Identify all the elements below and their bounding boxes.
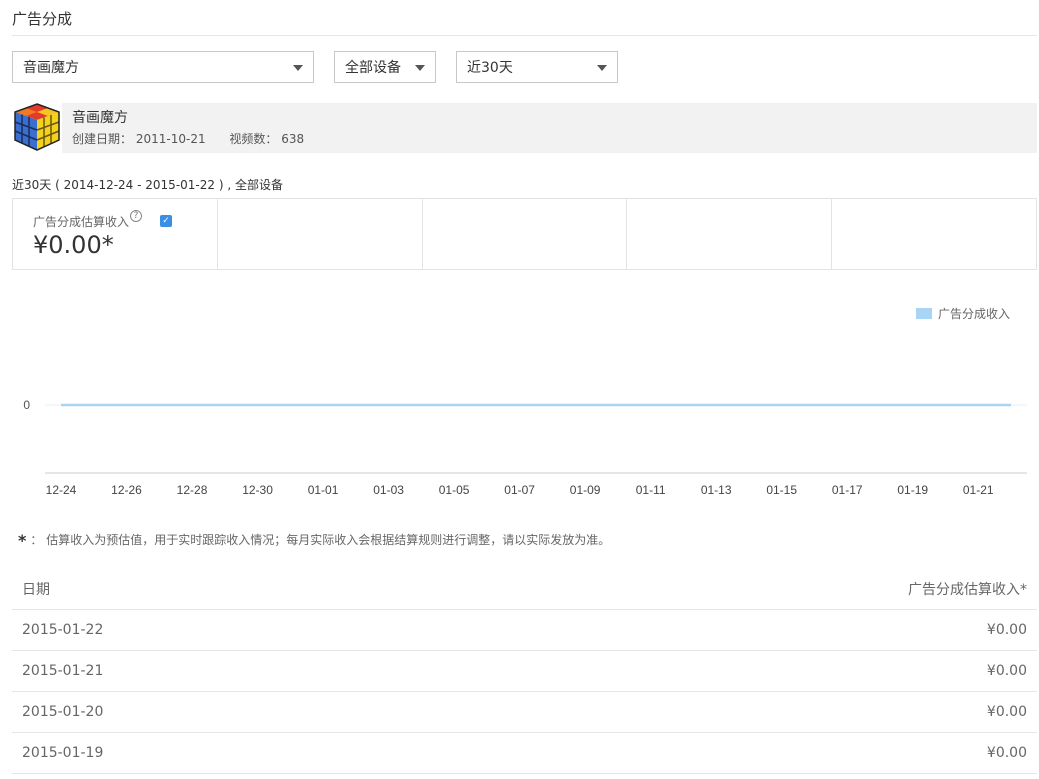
column-header-revenue: 广告分成估算收入* <box>908 582 1027 598</box>
created-date: 创建日期： 2011-10-21 <box>72 132 206 146</box>
legend-swatch <box>916 308 932 319</box>
x-tick-label: 12-28 <box>177 483 208 497</box>
cell-date: 2015-01-22 <box>22 622 104 638</box>
page-title: 广告分成 <box>12 10 73 28</box>
cell-revenue: ¥0.00 <box>986 622 1027 638</box>
cell-revenue: ¥0.00 <box>986 663 1027 679</box>
video-count: 视频数： 638 <box>229 132 305 146</box>
revenue-table: 日期 广告分成估算收入* 2015-01-22 ¥0.00 2015-01-21… <box>12 569 1037 774</box>
metric-checkbox[interactable]: ✓ <box>160 215 172 227</box>
app-select[interactable]: 音画魔方 <box>12 51 314 83</box>
x-tick-label: 01-09 <box>570 483 601 497</box>
device-select-value: 全部设备 <box>345 60 401 76</box>
metric-card-empty <box>832 199 1036 269</box>
y-tick-label: 0 <box>23 398 30 412</box>
metric-strip: 广告分成估算收入? ✓ ¥0.00* <box>12 198 1037 270</box>
x-tick-label: 01-11 <box>636 483 666 497</box>
cell-date: 2015-01-19 <box>22 745 104 761</box>
table-row: 2015-01-21 ¥0.00 <box>12 651 1037 692</box>
help-icon[interactable]: ? <box>130 210 143 222</box>
chevron-down-icon <box>293 65 303 71</box>
x-tick-label: 01-17 <box>832 483 863 497</box>
cell-date: 2015-01-21 <box>22 663 104 679</box>
table-row: 2015-01-20 ¥0.00 <box>12 692 1037 733</box>
range-caption: 近30天 ( 2014-12-24 - 2015-01-22 ) , 全部设备 <box>12 178 283 192</box>
metric-card-empty <box>423 199 628 269</box>
x-tick-label: 01-03 <box>373 483 404 497</box>
x-tick-label: 12-24 <box>46 483 77 497</box>
title-divider <box>12 35 1037 36</box>
cell-revenue: ¥0.00 <box>986 704 1027 720</box>
cube-app-icon <box>14 103 60 151</box>
x-tick-label: 01-15 <box>766 483 797 497</box>
chevron-down-icon <box>415 65 425 71</box>
revenue-chart: 0 12-24 12-26 12-28 12-30 01-01 01-03 01-05 01-0… <box>23 307 1027 497</box>
app-select-value: 音画魔方 <box>23 60 79 76</box>
x-tick-label: 12-30 <box>242 483 273 497</box>
table-header: 日期 广告分成估算收入* <box>12 569 1037 610</box>
table-row: 2015-01-22 ¥0.00 <box>12 610 1037 651</box>
metric-value: ¥0.00* <box>33 231 114 259</box>
table-row: 2015-01-19 ¥0.00 <box>12 733 1037 774</box>
x-tick-label: 01-01 <box>308 483 339 497</box>
metric-card-empty <box>627 199 833 269</box>
chevron-down-icon <box>597 65 607 71</box>
asterisk-icon: * <box>18 531 27 550</box>
footnote: *： 估算收入为预估值，用于实时跟踪收入情况；每月实际收入会根据结算规则进行调整… <box>18 531 611 550</box>
legend-label: 广告分成收入 <box>938 307 1010 321</box>
app-name: 音画魔方 <box>72 110 128 126</box>
x-tick-label: 01-07 <box>504 483 535 497</box>
column-header-date: 日期 <box>22 582 50 598</box>
x-tick-label: 01-21 <box>963 483 994 497</box>
app-meta: 创建日期： 2011-10-21 视频数： 638 <box>72 130 324 147</box>
metric-label: 广告分成估算收入? <box>33 210 143 230</box>
x-tick-label: 01-13 <box>701 483 732 497</box>
x-tick-label: 12-26 <box>111 483 142 497</box>
x-tick-label: 01-19 <box>897 483 928 497</box>
cell-revenue: ¥0.00 <box>986 745 1027 761</box>
cell-date: 2015-01-20 <box>22 704 104 720</box>
date-range-select-value: 近30天 <box>467 60 513 76</box>
x-tick-label: 01-05 <box>439 483 470 497</box>
metric-card-revenue[interactable]: 广告分成估算收入? ✓ ¥0.00* <box>13 199 218 269</box>
metric-card-empty <box>218 199 423 269</box>
device-select[interactable]: 全部设备 <box>334 51 436 83</box>
date-range-select[interactable]: 近30天 <box>456 51 618 83</box>
